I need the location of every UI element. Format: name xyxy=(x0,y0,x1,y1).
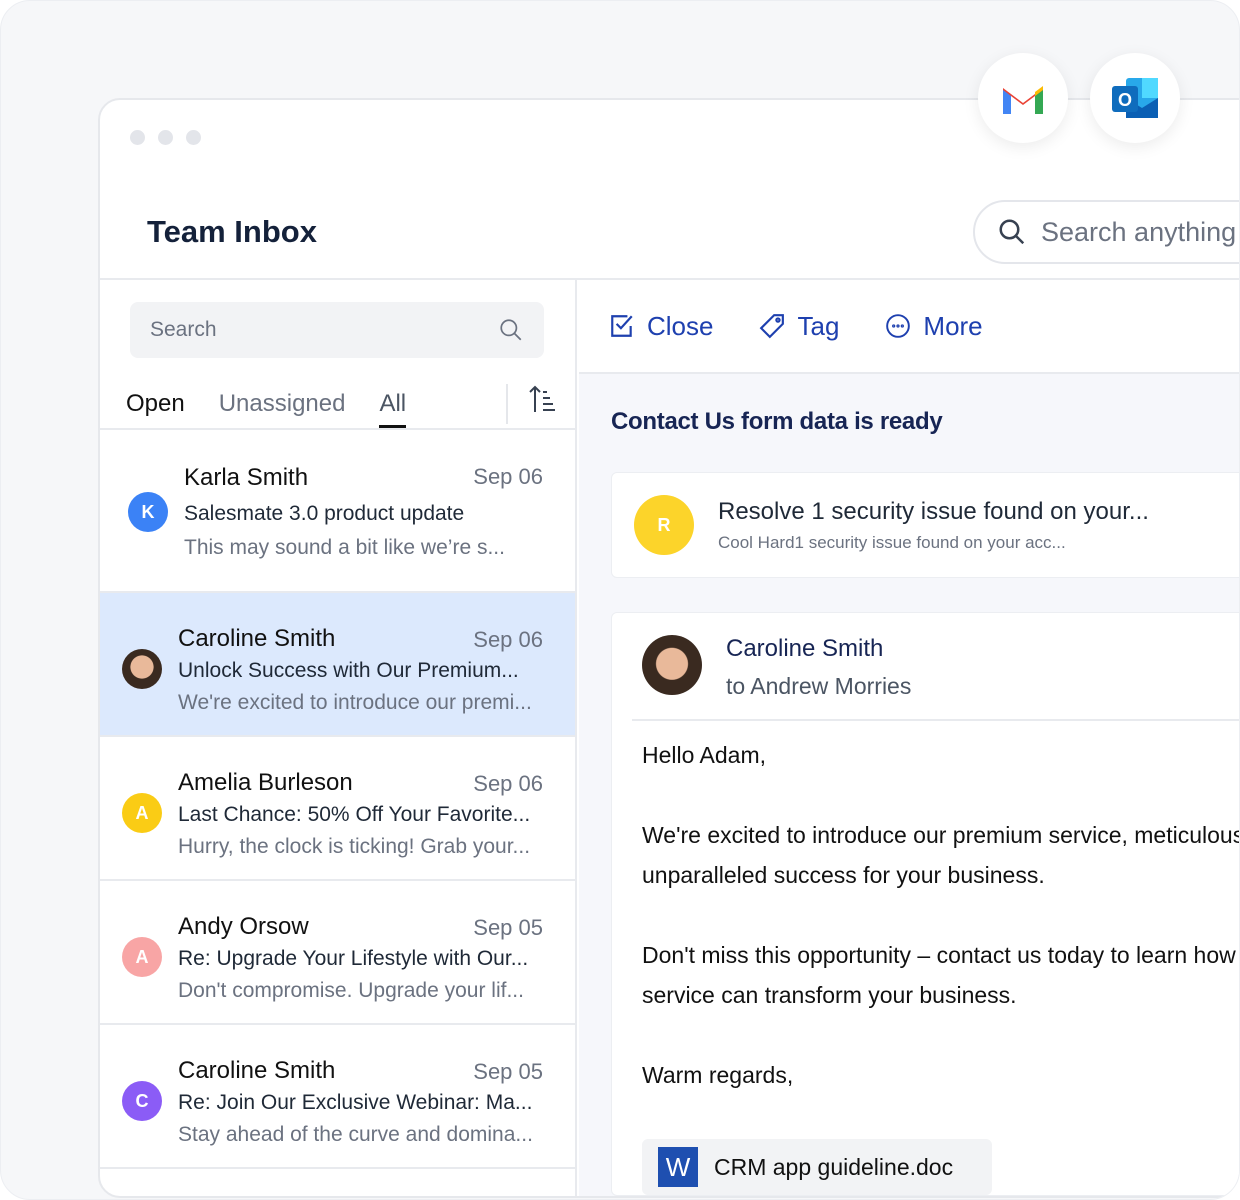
search-icon xyxy=(500,319,522,341)
window-dot xyxy=(186,130,201,145)
sort-button[interactable] xyxy=(506,384,556,424)
avatar: C xyxy=(122,1081,162,1121)
body-line: Don't miss this opportunity – contact us… xyxy=(642,942,1240,968)
body-line: Hello Adam, xyxy=(642,742,767,768)
subject: Last Chance: 50% Off Your Favorite... xyxy=(178,803,531,826)
avatar: K xyxy=(128,492,168,532)
subject: Re: Join Our Exclusive Webinar: Ma... xyxy=(178,1091,533,1114)
sender-name: Caroline Smith xyxy=(178,1057,336,1084)
body-line xyxy=(642,895,1239,935)
subject: Re: Upgrade Your Lifestyle with Our... xyxy=(178,947,529,970)
tag-button[interactable]: Tag xyxy=(759,311,839,342)
list-item[interactable]: K Karla Smith Sep 06 Salesmate 3.0 produ… xyxy=(100,430,575,593)
body-line: unparalleled success for your business. xyxy=(642,862,1045,888)
subject: Salesmate 3.0 product update xyxy=(184,502,465,525)
outlook-integration-button[interactable]: O xyxy=(1090,53,1180,143)
more-button[interactable]: More xyxy=(885,311,983,342)
body-line: Warm regards, xyxy=(642,1062,794,1088)
email-card: Caroline Smith to Andrew Morries Hello A… xyxy=(611,612,1240,1196)
date: Sep 06 xyxy=(473,627,543,652)
conversation-pane: Close Tag More Contact Us form data is r… xyxy=(579,280,1240,1196)
close-button[interactable]: Close xyxy=(609,311,713,342)
body-line: service can transform your business. xyxy=(642,982,1017,1008)
date: Sep 06 xyxy=(473,464,543,489)
date: Sep 06 xyxy=(473,771,543,796)
tag-icon xyxy=(760,314,785,339)
avatar: A xyxy=(122,937,162,977)
toolbar: Close Tag More xyxy=(579,280,1239,374)
tab-all[interactable]: All xyxy=(379,390,406,428)
avatar-photo xyxy=(642,635,702,695)
email-sender: Caroline Smith xyxy=(726,635,884,662)
sort-icon xyxy=(529,385,555,412)
conversation-list: K Karla Smith Sep 06 Salesmate 3.0 produ… xyxy=(100,428,575,1169)
preview: Hurry, the clock is ticking! Grab your..… xyxy=(178,835,531,858)
word-doc-icon: W xyxy=(658,1147,698,1187)
sender-name: Karla Smith xyxy=(184,464,309,491)
gmail-integration-button[interactable] xyxy=(978,53,1068,143)
attachment-name: CRM app guideline.doc xyxy=(714,1153,954,1180)
preview: Stay ahead of the curve and domina... xyxy=(178,1123,533,1146)
preview: Don't compromise. Upgrade your lif... xyxy=(178,979,524,1002)
attachment[interactable]: W CRM app guideline.doc xyxy=(642,1139,992,1195)
email-body: Hello Adam, We're excited to introduce o… xyxy=(642,735,1240,1095)
list-item[interactable]: A Amelia Burleson Sep 06 Last Chance: 50… xyxy=(100,737,575,881)
notice-subtitle: Cool Hard1 security issue found on your … xyxy=(718,533,1066,552)
body-line xyxy=(642,1015,1239,1055)
gmail-icon xyxy=(1003,86,1043,114)
window-dot xyxy=(130,130,145,145)
divider xyxy=(632,719,1239,721)
preview: This may sound a bit like we’re s... xyxy=(184,536,505,559)
tab-open[interactable]: Open xyxy=(126,390,185,428)
conversation-title: Contact Us form data is ready xyxy=(611,408,943,435)
date: Sep 05 xyxy=(473,915,543,940)
sender-name: Caroline Smith xyxy=(178,625,336,652)
list-item[interactable]: A Andy Orsow Sep 05 Re: Upgrade Your Lif… xyxy=(100,881,575,1025)
date: Sep 05 xyxy=(473,1059,543,1084)
avatar: R xyxy=(634,495,694,555)
sender-name: Andy Orsow xyxy=(178,913,309,940)
subject: Unlock Success with Our Premium... xyxy=(178,659,519,682)
tab-unassigned[interactable]: Unassigned xyxy=(219,390,346,428)
sender-name: Amelia Burleson xyxy=(178,769,353,796)
notice-title: Resolve 1 security issue found on your..… xyxy=(718,498,1149,525)
page-background: Team Inbox Search anything Search Open U… xyxy=(0,0,1240,1200)
avatar-photo xyxy=(122,649,162,689)
list-item[interactable]: C Caroline Smith Sep 05 Re: Join Our Exc… xyxy=(100,1025,575,1169)
checkbox-icon xyxy=(611,315,633,337)
preview: We're excited to introduce our premi... xyxy=(178,691,532,714)
more-icon xyxy=(886,314,911,338)
avatar: A xyxy=(122,793,162,833)
search-icon xyxy=(999,219,1025,245)
list-item[interactable]: Caroline Smith Sep 06 Unlock Success wit… xyxy=(100,593,575,737)
email-recipient: to Andrew Morries xyxy=(726,673,912,699)
inbox-list-pane: Search Open Unassigned All K Karla Smith… xyxy=(100,280,577,1196)
outlook-icon: O xyxy=(1112,78,1158,118)
inbox-search-input[interactable]: Search xyxy=(130,302,544,358)
global-search-input[interactable]: Search anything xyxy=(973,200,1239,264)
body-line: We're excited to introduce our premium s… xyxy=(642,822,1240,848)
security-notice-card[interactable]: R Resolve 1 security issue found on your… xyxy=(611,472,1239,578)
svg-text:O: O xyxy=(1118,90,1132,110)
page-title: Team Inbox xyxy=(147,214,317,249)
body-line xyxy=(642,775,1239,815)
window-dot xyxy=(158,130,173,145)
app-window: Team Inbox Search anything Search Open U… xyxy=(98,98,1240,1198)
